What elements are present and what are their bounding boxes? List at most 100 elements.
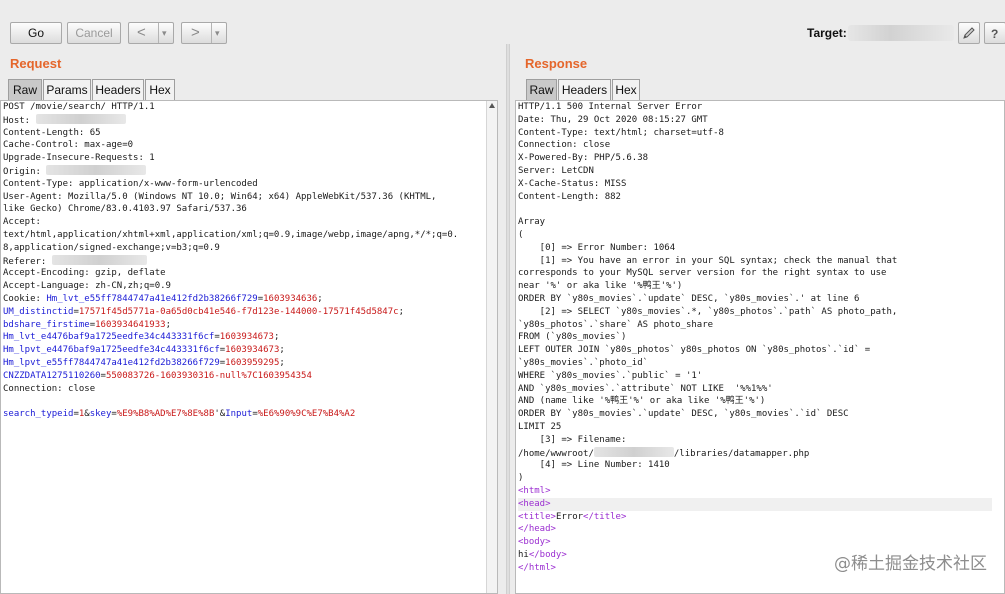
code-token: /home/wwwroot/ [518, 448, 594, 459]
code-token: search_typeid [3, 409, 74, 420]
code-line: Date: Thu, 29 Oct 2020 08:15:27 GMT [518, 114, 992, 127]
code-line: Array [518, 216, 992, 229]
forward-button[interactable]: > ▾ [181, 22, 227, 44]
code-token: %E9%B8%AD%E7%8E%8B [116, 409, 215, 420]
code-token: ; [398, 306, 404, 317]
request-editor[interactable]: POST /movie/search/ HTTP/1.1 Host: Conten… [0, 100, 498, 594]
request-tab-params[interactable]: Params [43, 79, 91, 100]
code-token: [2] => SELECT `y80s_movies`.*, `y80s_pho… [518, 306, 898, 317]
code-line: ) [518, 472, 992, 485]
code-token: ; [317, 293, 323, 304]
code-token: 1603934636 [263, 293, 318, 304]
code-line: ORDER BY `y80s_movies`.`update` DESC, `y… [518, 408, 992, 421]
go-button[interactable]: Go [10, 22, 62, 44]
code-token: User-Agent: Mozilla/5.0 (Windows NT 10.0… [3, 191, 437, 202]
response-tab-hex[interactable]: Hex [612, 79, 640, 100]
request-tab-headers[interactable]: Headers [92, 79, 144, 100]
code-line: Accept-Encoding: gzip, deflate [3, 267, 485, 280]
code-line: UM_distinctid=17571f45d5771a-0a65d0cb41e… [3, 306, 485, 319]
code-token: </body> [528, 549, 567, 560]
code-token: ; [279, 345, 285, 356]
response-tab-raw[interactable]: Raw [526, 79, 557, 100]
code-token: Hm_lpvt_e55ff7844747a41e412fd2b38266f729 [3, 357, 220, 368]
code-line: 8,application/signed-exchange;v=b3;q=0.9 [3, 242, 485, 255]
code-line: User-Agent: Mozilla/5.0 (Windows NT 10.0… [3, 191, 485, 204]
cancel-button[interactable]: Cancel [67, 22, 121, 44]
request-tab-hex[interactable]: Hex [145, 79, 175, 100]
code-token: corresponds to your MySQL server version… [518, 268, 887, 279]
response-lines: HTTP/1.1 500 Internal Server Error Date: … [518, 101, 992, 574]
code-token: Referer: [3, 256, 52, 267]
code-line [3, 395, 485, 408]
code-token: [3] => Filename: [518, 434, 627, 445]
code-token: Hm_lvt_e4476baf9a1725eedfe34c443331f6cf [3, 332, 215, 343]
code-line [518, 203, 992, 216]
code-line: Accept-Language: zh-CN,zh;q=0.9 [3, 280, 485, 293]
code-token: AND (name like '%鸭王'%' or aka like '%鸭王'… [518, 396, 766, 407]
forward-dropdown-icon[interactable]: ▾ [215, 23, 220, 43]
code-line: Content-Type: text/html; charset=utf-8 [518, 127, 992, 140]
code-line: text/html,application/xhtml+xml,applicat… [3, 229, 485, 242]
code-token: Accept-Encoding: gzip, deflate [3, 268, 166, 279]
code-line: /home/wwwroot/ /libraries/datamapper.php [518, 446, 992, 460]
code-token: [4] => Line Number: 1410 [518, 460, 670, 471]
code-token: Content-Type: text/html; charset=utf-8 [518, 127, 724, 138]
code-line: </head> [518, 523, 992, 536]
code-line: `y80s_photos`.`share` AS photo_share [518, 319, 992, 332]
target-host-redacted [848, 25, 954, 41]
response-editor[interactable]: HTTP/1.1 500 Internal Server Error Date: … [515, 100, 1005, 594]
forward-arrow-icon: > [191, 24, 200, 41]
toolbar: Go Cancel < ▾ > ▾ Target: ? [0, 0, 1005, 44]
redacted-value [35, 113, 126, 124]
back-split [158, 23, 159, 43]
code-line: Connection: close [518, 139, 992, 152]
code-token: 1603934641933 [95, 319, 166, 330]
code-line: AND `y80s_movies`.`attribute` NOT LIKE '… [518, 383, 992, 396]
help-button[interactable]: ? [984, 22, 1005, 44]
code-line: <html> [518, 485, 992, 498]
request-tab-raw[interactable]: Raw [8, 79, 42, 100]
code-line: Connection: close [3, 383, 485, 396]
code-token: like Gecko) Chrome/83.0.4103.97 Safari/5… [3, 204, 247, 215]
code-token: <html> [518, 485, 551, 496]
edit-target-button[interactable] [958, 22, 980, 44]
code-token: LIMIT 25 [518, 421, 562, 432]
pane-divider[interactable] [506, 44, 510, 594]
code-token: </html> [518, 562, 556, 573]
back-dropdown-icon[interactable]: ▾ [162, 23, 167, 43]
code-token: 1603959295 [225, 357, 280, 368]
code-token: hi [518, 549, 529, 560]
code-token: Host: [3, 115, 36, 126]
back-button[interactable]: < ▾ [128, 22, 174, 44]
code-line: LIMIT 25 [518, 421, 992, 434]
code-line: ( [518, 229, 992, 242]
code-token: %E6%90%9C%E7%B4%A2 [257, 409, 356, 420]
code-token: ; [279, 357, 285, 368]
code-token: /libraries/datamapper.php [673, 448, 810, 459]
code-token: UM_distinctid [3, 306, 74, 317]
code-token: ; [273, 332, 280, 343]
code-line: <body> [518, 536, 992, 549]
code-token: 17571f45d5771a-0a65d0cb41e546-f7d123e-14… [78, 306, 399, 317]
code-line: Origin: [3, 164, 485, 178]
code-token: HTTP/1.1 500 Internal Server Error [518, 102, 703, 112]
code-token: near '%' or aka like '%鸭王'%') [518, 281, 683, 292]
code-line: Accept: [3, 216, 485, 229]
response-tab-headers[interactable]: Headers [558, 79, 611, 100]
back-arrow-icon: < [137, 24, 146, 41]
request-lines: POST /movie/search/ HTTP/1.1 Host: Conten… [3, 101, 485, 421]
code-token: Input [225, 409, 253, 420]
code-line: Content-Length: 65 [3, 127, 485, 140]
code-line: FROM (`y80s_movies`) [518, 331, 992, 344]
watermark: @稀土掘金技术社区 [834, 554, 987, 574]
code-token: Cookie: [3, 293, 47, 304]
code-token: <body> [518, 537, 551, 548]
code-token: text/html,application/xhtml+xml,applicat… [3, 229, 459, 240]
code-token: FROM (`y80s_movies`) [518, 332, 627, 343]
request-scrollbar[interactable] [486, 101, 497, 593]
code-line: Content-Length: 882 [518, 191, 992, 204]
scroll-up-icon[interactable] [489, 103, 495, 108]
code-token: skey [89, 409, 112, 420]
code-token: [0] => Error Number: 1064 [518, 242, 676, 253]
